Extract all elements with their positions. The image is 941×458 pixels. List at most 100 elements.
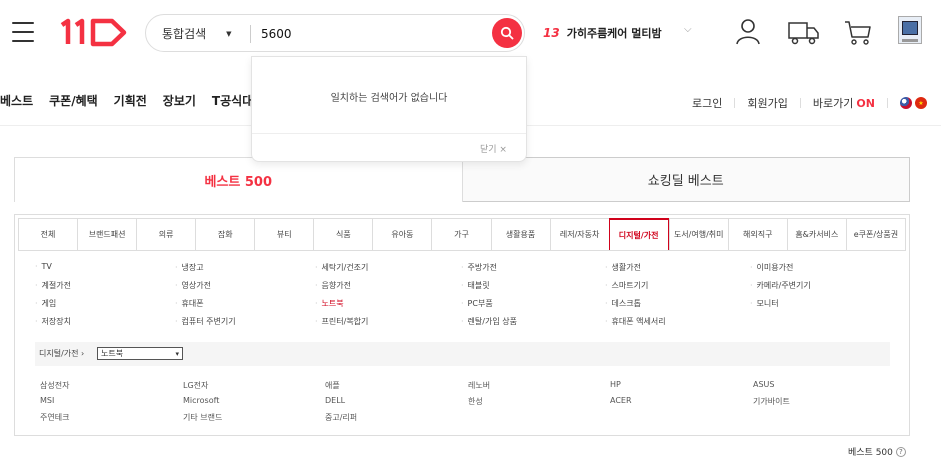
category-tab[interactable]: 유아동 [372, 218, 432, 250]
chevron-down-icon[interactable]: ⌵ [684, 24, 692, 35]
best500-footer: 베스트 500 ? [848, 445, 906, 458]
brand-item[interactable]: 레노버 [468, 380, 490, 391]
subcategory-item[interactable]: 휴대폰 액세서리 [605, 316, 666, 327]
best-tabs: 베스트 500 쇼킹딜 베스트 [14, 157, 910, 202]
subcategory-item[interactable]: 렌탈/가입 상품 [461, 316, 517, 327]
category-tab[interactable]: 도서/여행/취미 [668, 218, 728, 250]
brand-item[interactable]: 애플 [325, 380, 340, 391]
search-button[interactable] [492, 18, 522, 48]
subcategory-item[interactable]: 휴대폰 [175, 298, 204, 309]
category-tab[interactable]: 전체 [18, 218, 78, 250]
subcategory-item[interactable]: 이미용가전 [750, 262, 794, 273]
category-tab[interactable]: 식품 [313, 218, 373, 250]
brand-grid: 삼성전자 LG전자 애플 레노버 HP ASUS MSI Microsoft D… [40, 380, 890, 430]
brand-item[interactable]: LG전자 [183, 380, 208, 391]
subcategory-item[interactable]: 냉장고 [175, 262, 204, 273]
search-input[interactable] [261, 24, 481, 44]
subcategory-item[interactable]: PC부품 [461, 298, 493, 309]
brand-item[interactable]: 기가바이트 [753, 396, 790, 407]
category-tab[interactable]: 뷰티 [254, 218, 314, 250]
category-tab[interactable]: 해외직구 [727, 218, 787, 250]
brand-item[interactable]: 삼성전자 [40, 380, 69, 391]
chevron-down-icon: ▾ [175, 349, 179, 358]
category-tab[interactable]: 생활용품 [490, 218, 550, 250]
brand-item[interactable]: 주연테크 [40, 412, 69, 423]
search-type-label: 통합검색 [162, 27, 207, 41]
subcategory-item[interactable]: 영상가전 [175, 280, 211, 291]
subcategory-select[interactable]: 노트북 ▾ [97, 347, 183, 360]
subcategory-item[interactable]: 세탁기/건조기 [315, 262, 369, 273]
subcategory-item-selected[interactable]: 노트북 [315, 298, 344, 309]
category-tab[interactable]: e쿠폰/상품권 [845, 218, 905, 250]
trending-keyword[interactable]: 13 가히주름케어 멀티밤 [543, 25, 662, 41]
cart-icon[interactable] [842, 16, 874, 48]
footer-label-text: 베스트 500 [848, 448, 893, 458]
category-tab[interactable]: 레저/자동차 [549, 218, 609, 250]
brand-item[interactable]: MSI [40, 396, 54, 405]
tab-best500[interactable]: 베스트 500 [14, 157, 463, 202]
category-tab[interactable]: 브랜드패션 [77, 218, 137, 250]
search-bar: 통합검색 ▼ [145, 14, 525, 52]
tab-shocking-deal-best[interactable]: 쇼킹딜 베스트 [462, 157, 910, 202]
divider [799, 98, 801, 108]
subcategory-item[interactable]: 생활가전 [605, 262, 641, 273]
chevron-down-icon: ▼ [226, 29, 232, 38]
filter-bar: 디지털/가전 › 노트북 ▾ [35, 342, 890, 366]
brand-item[interactable]: HP [610, 380, 621, 389]
shortcut-label: 바로가기 [812, 97, 854, 110]
search-type-dropdown[interactable]: 통합검색 ▼ [162, 25, 232, 42]
subcategory-item[interactable]: TV [35, 262, 52, 271]
category-tab-active[interactable]: 디지털/가전 [608, 218, 669, 250]
nav-item-best[interactable]: 베스트 [0, 92, 33, 109]
subcategory-item[interactable]: 저장장치 [35, 316, 71, 327]
subcategory-item[interactable]: 주방가전 [461, 262, 497, 273]
category-tab[interactable]: 홈&카서비스 [786, 218, 846, 250]
nav-item-coupon[interactable]: 쿠폰/혜택 [49, 92, 98, 109]
close-dropdown-button[interactable]: 닫기 × [480, 142, 507, 155]
brand-item[interactable]: ACER [610, 396, 632, 405]
subcategory-item[interactable]: 스마트기기 [605, 280, 649, 291]
brand-item[interactable]: DELL [325, 396, 345, 405]
brand-item[interactable]: 중고/리퍼 [325, 412, 357, 423]
subcategory-item[interactable]: 데스크톱 [605, 298, 641, 309]
autocomplete-dropdown: 일치하는 검색어가 없습니다 닫기 × [251, 56, 527, 162]
no-results-message: 일치하는 검색어가 없습니다 [330, 93, 448, 104]
brand-item[interactable]: 기타 브랜드 [183, 412, 222, 423]
recent-product-thumbnail[interactable] [898, 16, 922, 44]
11st-logo[interactable] [60, 17, 132, 47]
subcategory-item[interactable]: 태블릿 [461, 280, 490, 291]
category-tab[interactable]: 의류 [136, 218, 196, 250]
category-tab[interactable]: 가구 [431, 218, 491, 250]
brand-item[interactable]: 한성 [468, 396, 483, 407]
subcategory-item[interactable]: 음향가전 [315, 280, 351, 291]
subcategory-item[interactable]: 계절가전 [35, 280, 71, 291]
trending-rank: 13 [543, 26, 560, 40]
china-flag-icon[interactable]: ★ [914, 97, 927, 109]
nav-item-official[interactable]: T공식대 [212, 92, 253, 109]
select-value: 노트북 [101, 349, 124, 358]
subcategory-item[interactable]: 컴퓨터 주변기기 [175, 316, 236, 327]
search-divider [250, 25, 251, 43]
trending-text: 가히주름케어 멀티밤 [566, 27, 662, 40]
brand-item[interactable]: Microsoft [183, 396, 219, 405]
subcategory-item[interactable]: 프린터/복합기 [315, 316, 369, 327]
nav-item-grocery[interactable]: 장보기 [163, 92, 196, 109]
login-link[interactable]: 로그인 [692, 95, 722, 111]
join-link[interactable]: 회원가입 [747, 95, 787, 111]
user-icon[interactable] [733, 16, 765, 48]
subcategory-item[interactable]: 모니터 [750, 298, 779, 309]
category-tab[interactable]: 잡화 [195, 218, 255, 250]
menu-icon[interactable] [6, 15, 40, 49]
utility-nav: 로그인 회원가입 바로가기 ON ★ [692, 95, 927, 111]
truck-icon[interactable] [787, 16, 819, 48]
divider [734, 98, 736, 108]
nav-item-exhibition[interactable]: 기획전 [114, 92, 147, 109]
shortcut-toggle[interactable]: 바로가기 ON [813, 95, 875, 111]
search-icon [500, 26, 514, 40]
subcategory-item[interactable]: 게임 [35, 298, 57, 309]
brand-item[interactable]: ASUS [753, 380, 774, 389]
us-flag-icon[interactable] [899, 97, 912, 109]
category-tabs: 전체 브랜드패션 의류 잡화 뷰티 식품 유아동 가구 생활용품 레저/자동차 … [18, 218, 906, 251]
subcategory-item[interactable]: 카메라/주변기기 [750, 280, 811, 291]
help-icon[interactable]: ? [895, 446, 906, 457]
